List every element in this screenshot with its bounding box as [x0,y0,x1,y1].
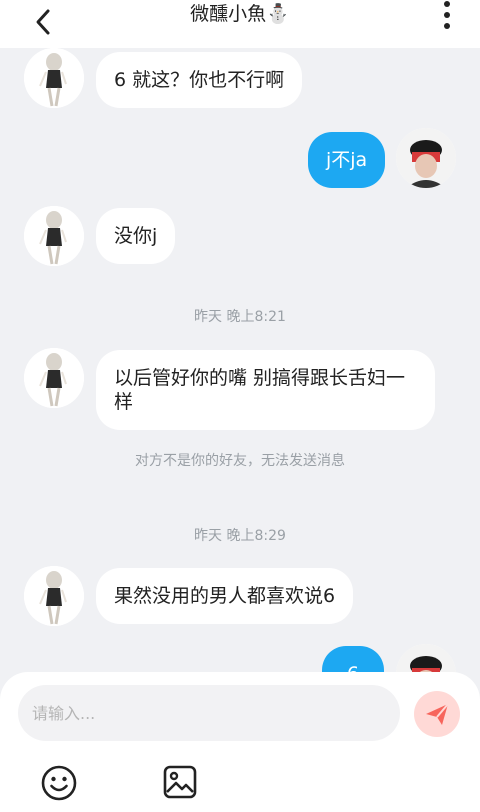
contact-avatar[interactable] [24,348,84,408]
emoji-button[interactable] [40,764,78,802]
my-avatar[interactable] [396,128,456,188]
composer [0,672,480,812]
message-bubble-received: 6 就这？你也不行啊 [96,52,303,108]
more-button[interactable] [434,0,460,30]
timestamp: 昨天 晚上8:21 [194,309,286,325]
contact-avatar[interactable] [24,566,84,626]
message-list[interactable]: 6 就这？你也不行啊 j不ja 没你j 昨天 晚上8:21 以后管好你的嘴 别搞… [0,48,480,672]
send-button[interactable] [414,691,460,737]
message-input[interactable] [18,685,400,741]
message-bubble-received: 果然没用的男人都喜欢说6 [96,568,354,624]
system-notice: 对方不是你的好友，无法发送消息 [135,453,345,469]
message-bubble-sent: 6 [322,646,384,672]
timestamp: 昨天 晚上8:29 [194,528,286,544]
image-button[interactable] [162,764,198,800]
chat-title: 微醺小魚⛄ [190,3,290,25]
my-avatar[interactable] [396,644,456,672]
message-bubble-received: 没你j [96,208,176,264]
paper-plane-icon [426,703,449,725]
image-icon [163,765,197,799]
contact-avatar[interactable] [24,206,84,266]
top-bar: 微醺小魚⛄ [0,0,480,48]
smiley-icon [41,765,77,801]
message-bubble-received: 以后管好你的嘴 别搞得跟长舌妇一样 [96,350,435,430]
contact-avatar[interactable] [24,48,84,108]
more-vertical-icon [444,1,450,29]
message-bubble-sent: j不ja [308,132,386,188]
